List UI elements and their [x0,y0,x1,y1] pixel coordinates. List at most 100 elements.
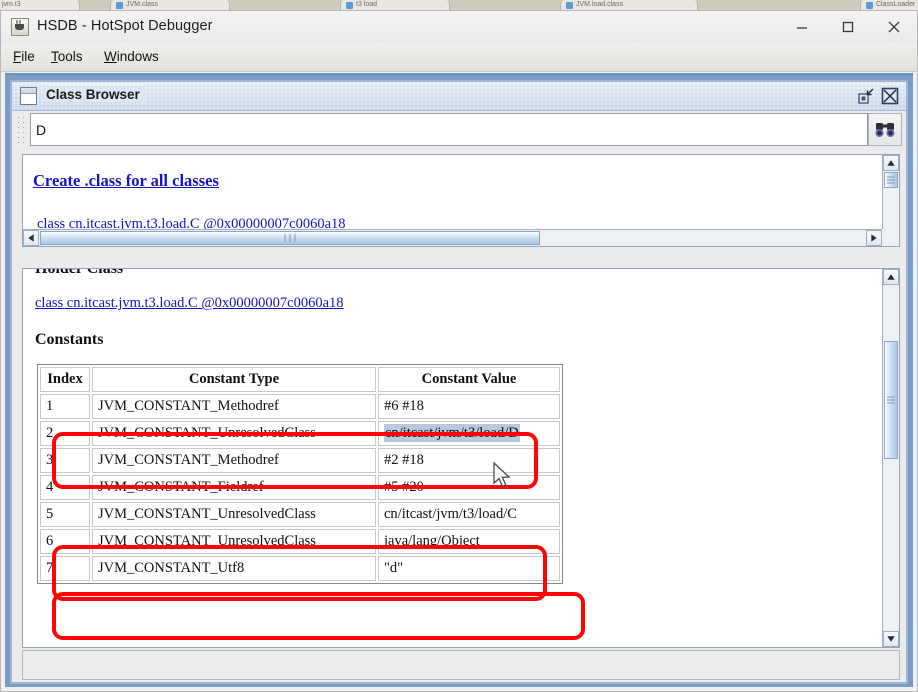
chevron-right-icon [871,234,877,242]
internal-frame-close-button[interactable] [880,86,900,106]
scroll-left-button[interactable] [23,230,39,246]
menu-windows-mnemonic: W [104,49,117,64]
cell-value-text: java/lang/Object [384,533,480,549]
background-tab[interactable]: JVM.load.class [560,0,698,10]
constants-table: Index Constant Type Constant Value 1 JVM… [37,364,563,584]
background-tab-label: JVM.load.class [576,1,624,8]
menu-windows-label: indows [116,49,159,64]
cell-constant-value: cn/itcast/jvm/t3/load/C [378,502,560,527]
window-title: HSDB - HotSpot Debugger [37,18,213,34]
background-tab-label: jvm.t3 [2,1,21,8]
favicon-icon [116,2,123,9]
cell-index: 5 [40,502,90,527]
thumb-grip-icon [887,175,895,186]
menu-tools-mnemonic: T [51,49,58,64]
scroll-down-button[interactable] [883,631,899,647]
cell-constant-type: JVM_CONSTANT_Fieldref [92,475,376,500]
thumb-grip-icon [283,234,298,242]
table-row[interactable]: 2 JVM_CONSTANT_UnresolvedClass cn/itcast… [40,421,560,446]
cell-value-text: "d" [384,560,404,576]
close-icon [881,87,899,105]
find-button[interactable] [868,113,902,146]
scrollbar-corner [882,229,899,246]
internal-frame-title: Class Browser [44,87,145,102]
menubar: File Tools Windows [1,43,917,72]
window-icon [20,87,37,105]
cell-constant-value: #5 #20 [378,475,560,500]
class-detail-viewport: Holder Class class cn.itcast.jvm.t3.load… [23,269,882,647]
column-header-constant-type: Constant Type [92,367,376,392]
scroll-up-button[interactable] [883,155,899,171]
java-cup-icon [11,18,29,36]
search-toolbar [14,111,904,149]
background-tab-label: t3 load [356,1,378,8]
class-detail-scrollpane: Holder Class class cn.itcast.jvm.t3.load… [22,268,900,648]
class-browser-internal-frame: Class Browser D Create .class for all cl… [10,80,908,684]
cell-value-text: #6 #18 [384,398,424,414]
cell-value-text: cn/itcast/jvm/t3/load/C [384,506,517,522]
menu-tools-label: ools [57,49,83,64]
menu-file-mnemonic: F [13,49,22,64]
cell-constant-type: JVM_CONSTANT_UnresolvedClass [92,502,376,527]
desktop-pane: Class Browser D Create .class for all cl… [5,73,913,687]
maximize-icon [842,21,854,32]
cell-constant-type: JVM_CONSTANT_UnresolvedClass [92,421,376,446]
cell-constant-value: #2 #18 [378,448,560,473]
scroll-right-button[interactable] [866,230,882,246]
table-row[interactable]: 7 JVM_CONSTANT_Utf8 "d" [40,556,560,581]
menu-tools[interactable]: Tools [45,48,89,65]
cell-constant-type: JVM_CONSTANT_Methodref [92,394,376,419]
create-class-for-all-classes-link[interactable]: Create .class for all classes [33,171,219,191]
cell-index: 7 [40,556,90,581]
close-button[interactable] [871,11,917,42]
scroll-up-button[interactable] [883,269,899,285]
favicon-icon [566,2,573,9]
menu-file-label: ile [21,49,35,64]
hsdb-main-window: HSDB - HotSpot Debugger File Tools Windo… [0,10,918,692]
binoculars-icon [875,122,895,137]
table-row[interactable]: 4 JVM_CONSTANT_Fieldref #5 #20 [40,475,560,500]
cell-constant-value: java/lang/Object [378,529,560,554]
vertical-scrollbar-thumb[interactable] [884,172,898,188]
class-link[interactable]: class cn.itcast.jvm.t3.load.C @0x0000000… [37,216,346,229]
menu-windows[interactable]: Windows [98,48,165,65]
cell-index: 6 [40,529,90,554]
titlebar-texture [12,82,906,110]
chevron-up-icon [887,274,895,280]
menu-file[interactable]: File [7,48,41,65]
horizontal-scrollbar-thumb[interactable] [40,231,540,245]
cell-value-text: #2 #18 [384,452,424,468]
restore-icon [858,88,874,104]
table-row[interactable]: 6 JVM_CONSTANT_UnresolvedClass java/lang… [40,529,560,554]
chevron-down-icon [887,636,895,642]
maximize-button[interactable] [825,11,871,42]
cell-value-text: #5 #20 [384,479,424,495]
table-row[interactable]: 5 JVM_CONSTANT_UnresolvedClass cn/itcast… [40,502,560,527]
cell-constant-value: #6 #18 [378,394,560,419]
column-header-constant-value: Constant Value [378,367,560,392]
drag-handle-icon[interactable] [14,113,28,146]
window-titlebar: HSDB - HotSpot Debugger [1,11,917,43]
constants-heading: Constants [35,331,104,348]
background-tab[interactable]: jvm.t3 [0,0,80,10]
cell-index: 1 [40,394,90,419]
table-row[interactable]: 3 JVM_CONSTANT_Methodref #2 #18 [40,448,560,473]
holder-class-link[interactable]: class cn.itcast.jvm.t3.load.C @0x0000000… [35,295,344,312]
background-tab[interactable]: t3 load [340,0,450,10]
search-input[interactable] [30,113,868,146]
cell-index: 4 [40,475,90,500]
internal-frame-restore-button[interactable] [856,86,876,106]
selected-value-text[interactable]: cn/itcast/jvm/t3/load/D [384,424,520,442]
favicon-icon [346,2,353,9]
vertical-scrollbar-thumb[interactable] [884,341,898,459]
cell-constant-value: cn/itcast/jvm/t3/load/D [378,421,560,446]
internal-frame-titlebar[interactable]: Class Browser [12,82,906,111]
close-icon [888,21,900,32]
background-tab[interactable]: JVM.class [110,0,230,10]
class-list-horizontal-scrollbar[interactable] [23,229,882,246]
table-row[interactable]: 1 JVM_CONSTANT_Methodref #6 #18 [40,394,560,419]
background-tab[interactable]: ClassLoader [860,0,918,10]
class-detail-vertical-scrollbar[interactable] [882,269,899,647]
minimize-button[interactable] [779,11,825,42]
thumb-grip-icon [887,395,895,406]
